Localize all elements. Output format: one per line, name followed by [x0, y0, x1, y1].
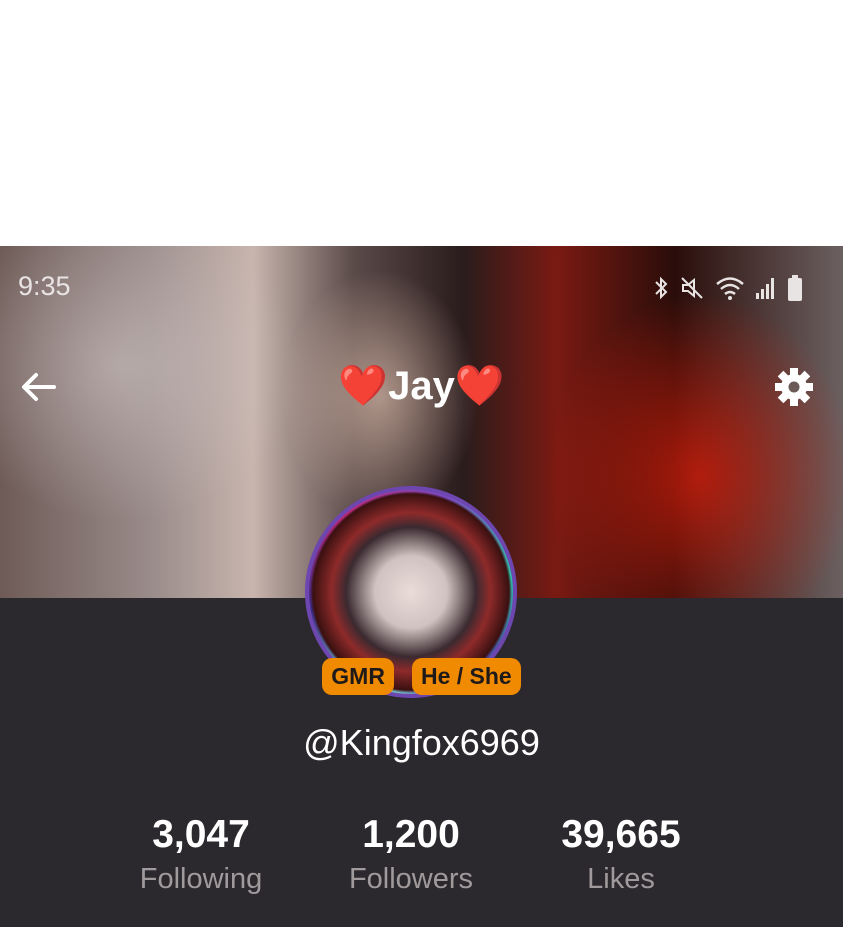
profile-display-name: ❤️Jay❤️ — [338, 364, 505, 408]
stat-followers-value: 1,200 — [362, 813, 460, 856]
stat-likes[interactable]: 39,665 Likes — [516, 813, 726, 896]
stat-followers[interactable]: 1,200 Followers — [306, 813, 516, 896]
tag-pronouns: He / She — [411, 658, 521, 695]
gear-icon[interactable] — [773, 366, 815, 408]
battery-icon — [788, 275, 802, 301]
mute-icon — [681, 277, 703, 299]
stat-following[interactable]: 3,047 Following — [96, 813, 306, 896]
status-icons — [653, 274, 803, 302]
tag-gmr: GMR — [322, 658, 394, 695]
profile-stats: 3,047 Following 1,200 Followers 39,665 L… — [96, 813, 726, 896]
profile-screen: 9:35 ❤️Jay❤️ GMR He / She @Kingfox6969 3… — [0, 246, 843, 927]
username: @Kingfox6969 — [303, 722, 540, 763]
stat-following-label: Following — [139, 863, 263, 895]
status-time: 9:35 — [18, 271, 71, 301]
stat-likes-value: 39,665 — [561, 813, 681, 856]
bluetooth-icon — [655, 276, 668, 300]
signal-icon — [756, 278, 774, 299]
stat-following-value: 3,047 — [152, 813, 250, 856]
stat-followers-label: Followers — [348, 863, 474, 895]
wifi-icon — [716, 277, 744, 300]
stat-likes-label: Likes — [587, 863, 655, 895]
profile-tags: GMR He / She — [0, 658, 843, 695]
